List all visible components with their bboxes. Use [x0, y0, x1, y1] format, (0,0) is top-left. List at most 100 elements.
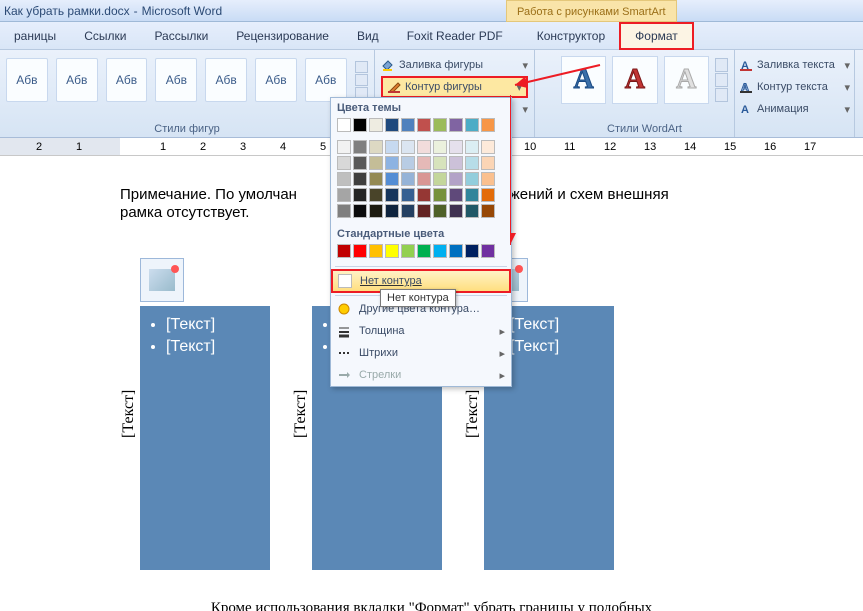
wordart-thumb[interactable]: A: [664, 56, 709, 104]
color-swatch[interactable]: [433, 204, 447, 218]
shape-style-thumb[interactable]: Абв: [56, 58, 98, 102]
text-outline-button[interactable]: A Контур текста▾: [739, 76, 850, 98]
color-swatch[interactable]: [417, 204, 431, 218]
tab-view[interactable]: Вид: [343, 24, 393, 48]
color-swatch[interactable]: [401, 204, 415, 218]
color-swatch[interactable]: [449, 204, 463, 218]
color-swatch[interactable]: [449, 188, 463, 202]
shape-style-thumb[interactable]: Абв: [155, 58, 197, 102]
color-swatch[interactable]: [353, 156, 367, 170]
color-swatch[interactable]: [417, 244, 431, 258]
color-swatch[interactable]: [337, 172, 351, 186]
tab-design[interactable]: Конструктор: [523, 24, 619, 48]
picture-placeholder[interactable]: [140, 258, 184, 302]
color-swatch[interactable]: [369, 118, 383, 132]
color-swatch[interactable]: [353, 244, 367, 258]
wordart-spinner[interactable]: [715, 58, 728, 102]
color-swatch[interactable]: [337, 244, 351, 258]
color-swatch[interactable]: [401, 140, 415, 154]
tab-page-layout[interactable]: раницы: [0, 24, 70, 48]
color-swatch[interactable]: [353, 188, 367, 202]
color-swatch[interactable]: [449, 172, 463, 186]
tab-mailings[interactable]: Рассылки: [140, 24, 222, 48]
color-swatch[interactable]: [417, 188, 431, 202]
color-swatch[interactable]: [385, 172, 399, 186]
color-swatch[interactable]: [433, 244, 447, 258]
color-swatch[interactable]: [401, 244, 415, 258]
color-swatch[interactable]: [369, 140, 383, 154]
color-swatch[interactable]: [433, 118, 447, 132]
color-swatch[interactable]: [385, 140, 399, 154]
color-swatch[interactable]: [385, 156, 399, 170]
color-swatch[interactable]: [337, 156, 351, 170]
color-swatch[interactable]: [385, 188, 399, 202]
shape-style-thumb[interactable]: Абв: [106, 58, 148, 102]
wordart-thumb[interactable]: A: [612, 56, 657, 104]
color-swatch[interactable]: [465, 156, 479, 170]
text-animation-button[interactable]: A Анимация▾: [739, 98, 850, 120]
color-swatch[interactable]: [481, 244, 495, 258]
color-swatch[interactable]: [369, 204, 383, 218]
color-swatch[interactable]: [385, 244, 399, 258]
color-swatch[interactable]: [433, 188, 447, 202]
color-swatch[interactable]: [417, 156, 431, 170]
smartart-item[interactable]: [Текст] [Текст] [Текст]: [120, 258, 270, 570]
color-swatch[interactable]: [385, 204, 399, 218]
shape-fill-button[interactable]: Заливка фигуры ▾: [381, 54, 528, 76]
tab-review[interactable]: Рецензирование: [222, 24, 343, 48]
color-swatch[interactable]: [449, 140, 463, 154]
color-swatch[interactable]: [449, 118, 463, 132]
color-swatch[interactable]: [417, 118, 431, 132]
color-swatch[interactable]: [353, 140, 367, 154]
color-swatch[interactable]: [353, 118, 367, 132]
shape-style-thumb[interactable]: Абв: [6, 58, 48, 102]
shape-style-spinner[interactable]: [355, 61, 368, 99]
color-swatch[interactable]: [401, 188, 415, 202]
color-swatch[interactable]: [369, 244, 383, 258]
color-swatch[interactable]: [465, 244, 479, 258]
color-swatch[interactable]: [337, 118, 351, 132]
color-swatch[interactable]: [481, 204, 495, 218]
color-swatch[interactable]: [465, 204, 479, 218]
color-swatch[interactable]: [449, 156, 463, 170]
tab-format[interactable]: Формат: [619, 22, 694, 50]
color-swatch[interactable]: [353, 204, 367, 218]
wordart-thumb[interactable]: A: [561, 56, 606, 104]
color-swatch[interactable]: [465, 188, 479, 202]
shape-style-thumb[interactable]: Абв: [205, 58, 247, 102]
outline-weight-item[interactable]: Толщина ▸: [331, 320, 511, 342]
smartart-text-box[interactable]: [Текст] [Текст]: [140, 306, 270, 570]
color-swatch[interactable]: [433, 140, 447, 154]
tab-references[interactable]: Ссылки: [70, 24, 140, 48]
shape-style-thumb[interactable]: Абв: [255, 58, 297, 102]
color-swatch[interactable]: [433, 156, 447, 170]
color-swatch[interactable]: [337, 188, 351, 202]
color-swatch[interactable]: [369, 188, 383, 202]
color-swatch[interactable]: [337, 204, 351, 218]
color-swatch[interactable]: [481, 172, 495, 186]
color-swatch[interactable]: [369, 172, 383, 186]
color-swatch[interactable]: [481, 156, 495, 170]
color-swatch[interactable]: [449, 244, 463, 258]
color-swatch[interactable]: [417, 140, 431, 154]
color-swatch[interactable]: [353, 172, 367, 186]
color-swatch[interactable]: [337, 140, 351, 154]
shape-style-thumb[interactable]: Абв: [305, 58, 347, 102]
color-swatch[interactable]: [433, 172, 447, 186]
color-swatch[interactable]: [465, 118, 479, 132]
color-swatch[interactable]: [369, 156, 383, 170]
color-swatch[interactable]: [417, 172, 431, 186]
color-swatch[interactable]: [481, 140, 495, 154]
color-swatch[interactable]: [465, 140, 479, 154]
color-swatch[interactable]: [465, 172, 479, 186]
color-swatch[interactable]: [401, 118, 415, 132]
color-swatch[interactable]: [401, 156, 415, 170]
shape-outline-button[interactable]: Контур фигуры ▾: [381, 76, 528, 98]
color-swatch[interactable]: [481, 188, 495, 202]
outline-dashes-item[interactable]: Штрихи ▸: [331, 342, 511, 364]
text-fill-button[interactable]: A Заливка текста▾: [739, 54, 850, 76]
color-swatch[interactable]: [401, 172, 415, 186]
tab-foxit[interactable]: Foxit Reader PDF: [393, 24, 517, 48]
color-swatch[interactable]: [385, 118, 399, 132]
color-swatch[interactable]: [481, 118, 495, 132]
